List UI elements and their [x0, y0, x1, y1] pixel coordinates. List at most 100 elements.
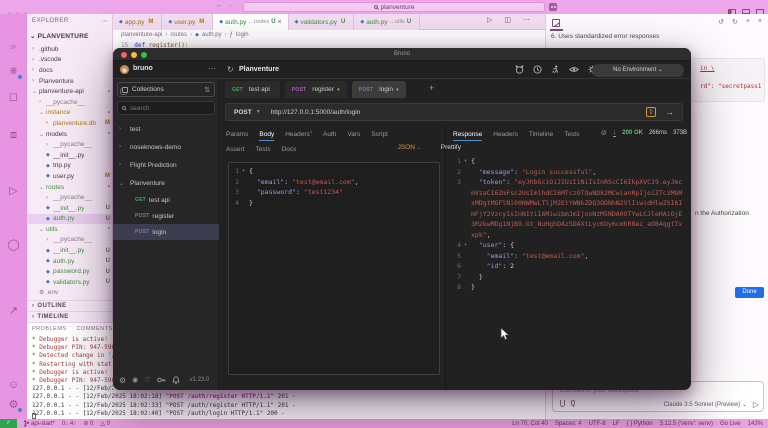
explorer-item[interactable]: ◆ __init__.py — [27, 150, 113, 161]
collection-search[interactable]: search — [117, 101, 215, 115]
breadcrumb-item[interactable]: › — [225, 32, 227, 38]
body-format-selector[interactable]: JSON ⌄ — [398, 144, 421, 151]
breadcrumb-item[interactable]: › — [190, 32, 192, 38]
breadcrumb-item[interactable]: routes — [170, 32, 187, 38]
timeline-section[interactable]: › TIMELINE — [27, 311, 113, 322]
run-debug-icon[interactable]: ▷ — [6, 184, 21, 199]
breadcrumb-item[interactable]: ƒ — [230, 32, 233, 38]
bruno-titlebar[interactable]: Bruno — [113, 48, 691, 61]
tab-comments[interactable]: COMMENTS — [77, 326, 113, 332]
response-body[interactable]: 1 ▾{2 "message": "Login successful", 3 "to… — [451, 156, 685, 293]
notifications-bell-icon[interactable] — [172, 375, 180, 385]
explorer-item[interactable]: ◆ trip.py — [27, 161, 113, 172]
explorer-item[interactable]: ⚙ .env — [27, 288, 113, 299]
new-request-tab-icon[interactable]: + — [429, 83, 434, 93]
collection-tree-item[interactable]: › test — [113, 120, 219, 138]
zoom-window-icon[interactable] — [141, 51, 147, 58]
explorer-item[interactable]: ⌄ instance • — [27, 108, 113, 119]
request-tab[interactable]: POST login • — [351, 81, 406, 98]
explorer-item[interactable]: ⌄ models • — [27, 129, 113, 140]
editor-tab[interactable]: ◆ app.py M — [113, 14, 163, 30]
workspace-root[interactable]: ⌄ PLANVENTURE — [30, 32, 89, 40]
close-tab-icon[interactable]: × — [278, 19, 282, 26]
explorer-item[interactable]: › docs — [27, 65, 113, 76]
breadcrumb-item[interactable]: login — [236, 32, 249, 38]
pane-tab[interactable]: Assert — [226, 144, 244, 155]
editor-tab[interactable]: ◆ user.py M — [162, 14, 214, 30]
model-picker[interactable]: Claude 3.5 Sonnet (Preview) ⌄ — [664, 401, 747, 408]
collections-header[interactable]: Collections ⇅ — [117, 82, 215, 97]
breadcrumb-item[interactable]: planventure-api — [121, 32, 162, 38]
explorer-item[interactable]: ⌄ routes • — [27, 182, 113, 193]
git-branch[interactable]: api-start* — [24, 420, 55, 427]
pane-tab[interactable]: Auth — [323, 129, 336, 141]
clear-response-icon[interactable]: ⊘ — [601, 129, 607, 137]
explorer-item[interactable]: ⌄ utils • — [27, 224, 113, 235]
attach-icon[interactable] — [560, 400, 565, 407]
runner-icon[interactable] — [551, 65, 560, 74]
send-icon[interactable]: ▷ — [753, 400, 759, 409]
redo-icon[interactable]: ↻ — [732, 18, 738, 26]
status-item[interactable]: UTF-8 — [589, 421, 606, 427]
chat-edits-icon[interactable] — [552, 19, 560, 27]
method-selector[interactable]: POST — [234, 109, 252, 116]
editor-tab[interactable]: ◆ auth.py …routes U × — [213, 14, 289, 30]
source-control-icon[interactable]: ⎈ — [6, 64, 23, 80]
sync-status[interactable]: 0↓ 4↑ — [62, 421, 76, 427]
explorer-item[interactable]: ◆ password.py U — [27, 266, 113, 277]
editor-actions[interactable]: ▷ ◫ ⋯ — [487, 16, 535, 24]
explorer-item[interactable]: ◆ user.py M — [27, 171, 113, 182]
warning-count[interactable]: △ 0 — [100, 420, 110, 427]
preferences-gear-icon[interactable]: ⚙ — [119, 376, 126, 385]
explorer-item[interactable]: ◆ validators.py U — [27, 277, 113, 288]
pane-tab[interactable]: Script — [371, 129, 388, 141]
environment-selector[interactable]: No Environment ⌄ — [592, 63, 684, 77]
pane-tab[interactable]: Response — [453, 129, 483, 142]
status-item[interactable]: 143% — [748, 421, 763, 427]
done-button[interactable]: Done — [735, 287, 764, 298]
explorer-more-icon[interactable]: ⋯ — [102, 18, 109, 25]
clock-icon[interactable] — [533, 65, 542, 74]
copilot-icon[interactable] — [549, 3, 557, 11]
breadcrumb-item[interactable]: › — [165, 32, 167, 38]
chevron-down-icon[interactable]: ▼ — [256, 109, 261, 115]
status-item[interactable]: 3.12.5 ('venv': venv) — [660, 421, 713, 427]
collection-tree-item[interactable]: POST login — [113, 224, 219, 240]
close-window-icon[interactable] — [121, 51, 127, 58]
explorer-item[interactable]: › Planventure — [27, 76, 113, 87]
error-count[interactable]: ⊘ 0 — [83, 420, 93, 427]
explorer-item[interactable]: › __pycache__ — [27, 235, 113, 246]
explorer-item[interactable]: › __pycache__ — [27, 192, 113, 203]
search-icon[interactable]: ⌕ — [6, 40, 21, 55]
send-request-icon[interactable]: → — [666, 108, 674, 117]
collection-tree-item[interactable]: ⌄ Planventure — [113, 174, 219, 192]
status-item[interactable]: Spaces: 4 — [555, 421, 582, 427]
command-center-search[interactable]: planventure — [243, 2, 545, 12]
account-icon[interactable]: ☺ — [6, 378, 21, 393]
key-icon[interactable] — [156, 376, 166, 384]
explorer-item[interactable]: ◆ auth.py U — [27, 256, 113, 267]
url-bar[interactable]: POST ▼ http://127.0.0.1:5000/auth/login … — [225, 103, 683, 121]
pane-tab[interactable]: Tests — [255, 144, 270, 155]
request-tab[interactable]: POST register • — [284, 81, 347, 98]
collection-tree-item[interactable]: POST register — [113, 208, 219, 224]
editor-tab[interactable]: ◆ validators.py U — [288, 14, 355, 30]
pane-tab[interactable]: Headers1 — [285, 129, 312, 141]
explorer-item[interactable]: ◆ auth.py U — [27, 213, 113, 225]
pane-tab[interactable]: Timeline — [529, 129, 553, 141]
breadcrumb-item[interactable]: ◆ — [195, 32, 199, 38]
request-tab[interactable]: GET test api — [225, 81, 280, 98]
url-input[interactable]: http://127.0.0.1:5000/auth/login — [271, 109, 361, 116]
mic-icon[interactable] — [571, 400, 575, 407]
send-icon[interactable]: ↗ — [6, 304, 21, 319]
explorer-item[interactable]: ⌄ planventure-api • — [27, 86, 113, 97]
download-response-icon[interactable]: ↓ — [612, 129, 617, 137]
sort-icon[interactable]: ⇅ — [204, 86, 210, 94]
pane-tab[interactable]: Tests — [564, 129, 579, 141]
editor-tab[interactable]: ◆ auth.py …utils U — [354, 14, 421, 30]
breadcrumb-item[interactable]: auth.py — [202, 32, 222, 38]
status-item[interactable]: Ln 70, Col 40 — [512, 421, 548, 427]
collection-tree-item[interactable]: › Flight Prediction — [113, 156, 219, 174]
explorer-item[interactable]: ◆ __init__.py U — [27, 203, 113, 214]
close-icon[interactable]: × — [758, 18, 762, 26]
